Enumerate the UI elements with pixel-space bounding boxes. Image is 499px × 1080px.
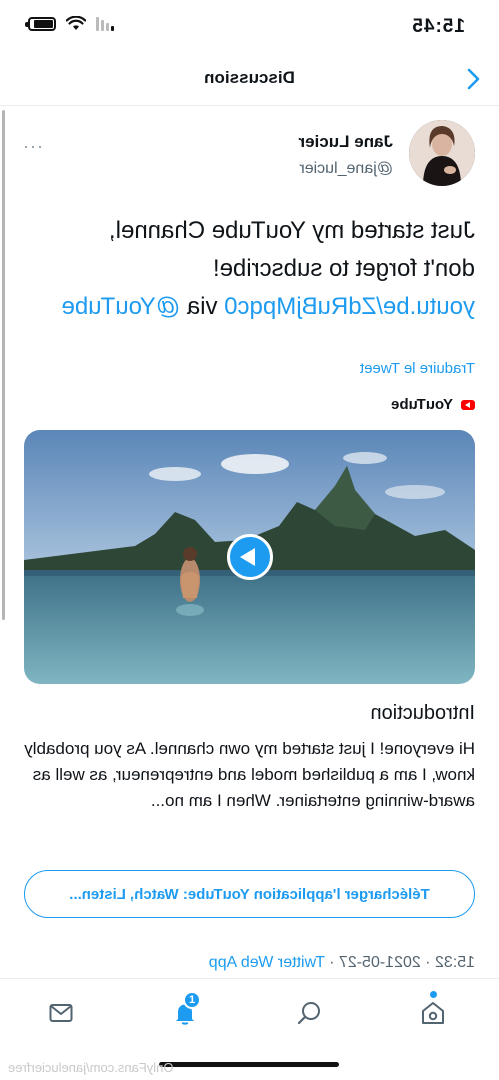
tweet-link[interactable]: youtu.be/ZdRuBjMpqc0 bbox=[224, 293, 475, 320]
tweet-timestamp: 15:32 · 2021-05-27 · bbox=[324, 954, 475, 971]
card-video-thumbnail[interactable] bbox=[24, 430, 475, 684]
tab-notifications[interactable]: 1 bbox=[167, 991, 203, 1031]
card-source: YouTube bbox=[391, 396, 475, 413]
card-description: Hi everyone! I just started my own chann… bbox=[24, 739, 475, 810]
tab-bar: 1 bbox=[0, 978, 499, 1048]
mention-link[interactable]: @YouTube bbox=[61, 293, 180, 320]
battery-icon bbox=[28, 16, 56, 31]
card-source-label: YouTube bbox=[391, 396, 453, 413]
avatar[interactable] bbox=[409, 120, 475, 186]
tab-home[interactable] bbox=[415, 991, 451, 1031]
author-name: Jane Lucier bbox=[298, 132, 394, 151]
tab-search[interactable] bbox=[291, 995, 327, 1031]
tweet-text: Just started my YouTube Channel, don't f… bbox=[20, 212, 475, 326]
source-app-link[interactable]: Twitter Web App bbox=[209, 954, 325, 971]
download-app-button[interactable]: Télécharger l'application YouTube: Watch… bbox=[24, 870, 475, 918]
watermark: OnlyFans.com/janelucierfree bbox=[8, 1060, 174, 1075]
translate-link[interactable]: Traduire le Tweet bbox=[360, 360, 475, 377]
status-time: 15:45 bbox=[411, 16, 465, 37]
more-icon[interactable]: ··· bbox=[22, 136, 43, 157]
page-title: Discussion bbox=[204, 68, 295, 87]
signal-icon bbox=[96, 16, 114, 31]
card-title: Introduction bbox=[370, 702, 475, 724]
notification-badge: 1 bbox=[183, 991, 201, 1009]
tab-messages[interactable] bbox=[43, 995, 79, 1031]
tweet-text-line2: don't forget to subscribe! bbox=[212, 255, 475, 282]
home-indicator[interactable] bbox=[159, 1062, 339, 1067]
tweet-text-line1: Just started my YouTube Channel, bbox=[109, 217, 475, 244]
play-icon[interactable] bbox=[227, 534, 273, 580]
youtube-icon bbox=[461, 399, 475, 410]
nav-bar: Discussion bbox=[0, 52, 499, 106]
status-bar: 15:45 bbox=[0, 0, 499, 52]
tweet-text-line3: youtu.be/ZdRuBjMpqc0 via @YouTube bbox=[61, 293, 475, 320]
scrollbar[interactable] bbox=[2, 110, 5, 620]
search-icon bbox=[297, 1002, 320, 1025]
home-unread-dot bbox=[430, 991, 437, 998]
wifi-icon bbox=[66, 16, 86, 30]
author-handle: @jane_lucier bbox=[299, 160, 393, 177]
screen: 15:45 Discussion Jane Lucier @jane_lucie… bbox=[0, 0, 499, 1080]
tweet-meta: 15:32 · 2021-05-27 · Twitter Web App bbox=[209, 954, 475, 972]
home-icon bbox=[422, 1002, 444, 1024]
mail-icon bbox=[49, 1004, 73, 1022]
author-info[interactable]: Jane Lucier @jane_lucier bbox=[299, 132, 394, 178]
status-icons bbox=[28, 16, 114, 31]
